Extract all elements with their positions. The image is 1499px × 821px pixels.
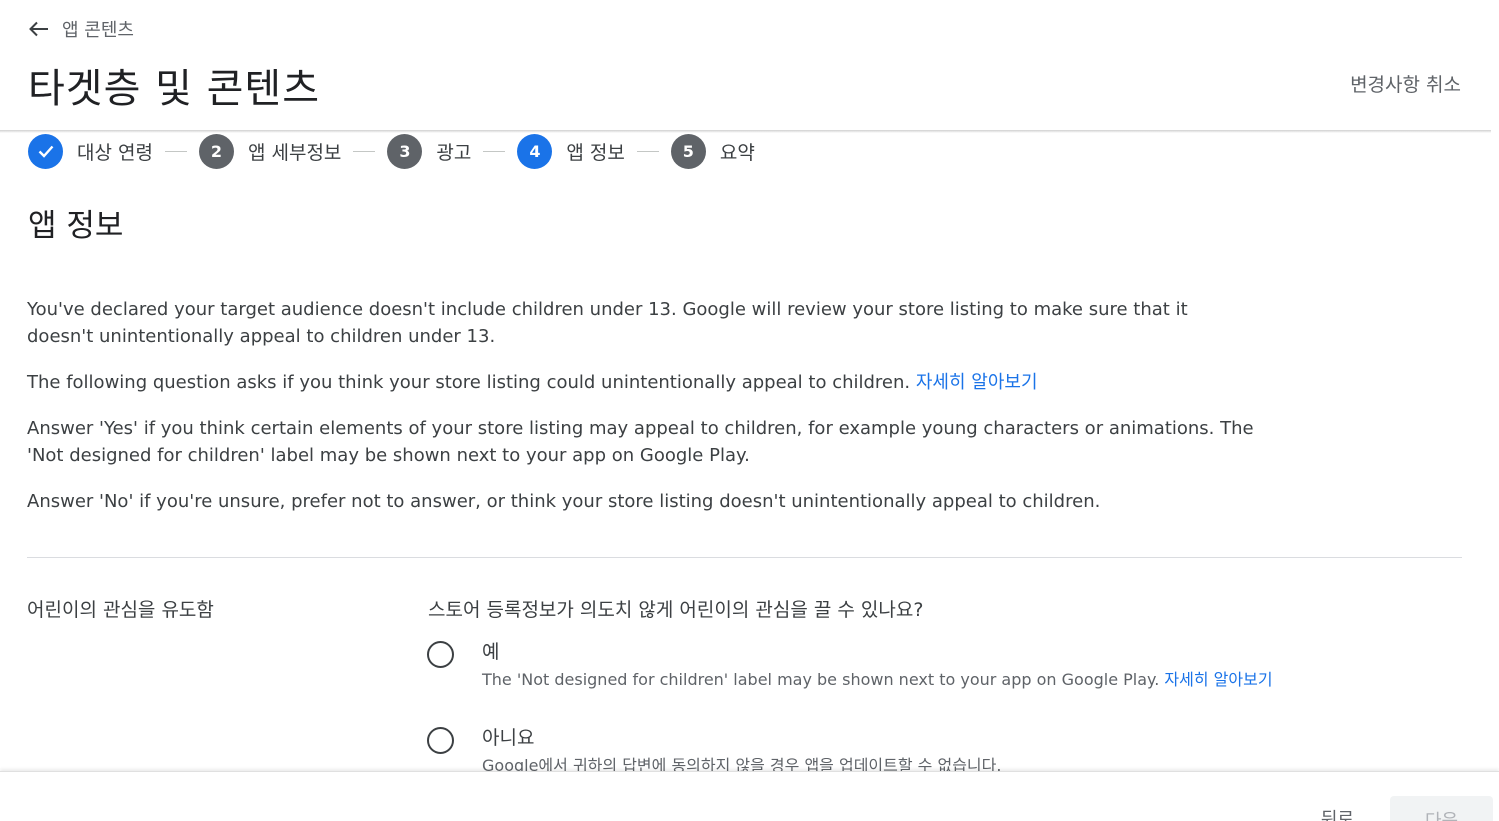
radio-option-no[interactable]: 아니요 Google에서 귀하의 답변에 동의하지 않을 경우 앱을 업데이트할… (427, 726, 1001, 776)
back-button[interactable]: 뒤로 (1321, 805, 1354, 821)
step-number: 2 (198, 133, 234, 169)
radio-button-no[interactable] (427, 727, 454, 754)
description-paragraph: Answer 'Yes' if you think certain elemen… (27, 418, 1254, 466)
step-label: 앱 세부정보 (247, 141, 342, 164)
radio-option-text: 예 The 'Not designed for children' label … (482, 640, 1273, 690)
back-link-label: 앱 콘텐츠 (62, 20, 134, 41)
learn-more-link[interactable]: 자세히 알아보기 (1164, 670, 1272, 689)
step-connector (353, 150, 376, 152)
radio-description-text: The 'Not designed for children' label ma… (482, 670, 1160, 689)
radio-option-text: 아니요 Google에서 귀하의 답변에 동의하지 않을 경우 앱을 업데이트할… (482, 726, 1001, 776)
learn-more-link[interactable]: 자세히 알아보기 (916, 372, 1038, 393)
radio-option-yes[interactable]: 예 The 'Not designed for children' label … (427, 640, 1273, 690)
step-app-info[interactable]: 4 앱 정보 (517, 133, 625, 169)
description-paragraph: Answer 'No' if you're unsure, prefer not… (27, 491, 1101, 512)
discard-changes-button[interactable]: 변경사항 취소 (1350, 70, 1461, 97)
step-complete-check-icon (28, 133, 63, 169)
step-connector (636, 150, 659, 152)
step-age[interactable]: 대상 연령 (28, 133, 153, 169)
step-number: 4 (517, 133, 553, 169)
step-app-details[interactable]: 2 앱 세부정보 (198, 133, 342, 169)
step-connector (164, 150, 187, 152)
description-paragraph: The following question asks if you think… (27, 369, 1257, 396)
back-link[interactable]: 앱 콘텐츠 (28, 15, 134, 43)
radio-label: 예 (482, 641, 500, 663)
divider (27, 557, 1462, 558)
field-label: 어린이의 관심을 유도함 (27, 599, 214, 621)
step-ads[interactable]: 3 광고 (387, 133, 472, 169)
arrow-back-icon (28, 18, 50, 40)
step-connector (483, 150, 506, 152)
page-title: 타겟층 및 콘텐츠 (28, 66, 321, 112)
stepper: 대상 연령 2 앱 세부정보 3 광고 4 앱 정보 5 요약 (28, 133, 755, 169)
step-label: 앱 정보 (566, 141, 625, 164)
radio-description: The 'Not designed for children' label ma… (482, 670, 1273, 690)
step-label: 대상 연령 (77, 141, 153, 164)
question-text: 스토어 등록정보가 의도치 않게 어린이의 관심을 끌 수 있나요? (428, 599, 924, 621)
description-text: The following question asks if you think… (27, 372, 911, 393)
page: 앱 콘텐츠 타겟층 및 콘텐츠 변경사항 취소 대상 연령 2 앱 세부정보 3… (0, 0, 1499, 821)
step-number: 5 (670, 133, 706, 169)
next-button[interactable]: 다음 (1390, 796, 1493, 821)
description-paragraph: You've declared your target audience doe… (27, 299, 1188, 347)
step-number: 3 (387, 133, 423, 169)
radio-label: 아니요 (482, 727, 535, 749)
step-label: 광고 (436, 141, 472, 164)
section-title: 앱 정보 (28, 208, 124, 244)
footer-bar: 뒤로 다음 (0, 771, 1499, 821)
step-label: 요약 (719, 141, 755, 164)
step-summary[interactable]: 5 요약 (670, 133, 755, 169)
radio-button-yes[interactable] (427, 641, 454, 668)
